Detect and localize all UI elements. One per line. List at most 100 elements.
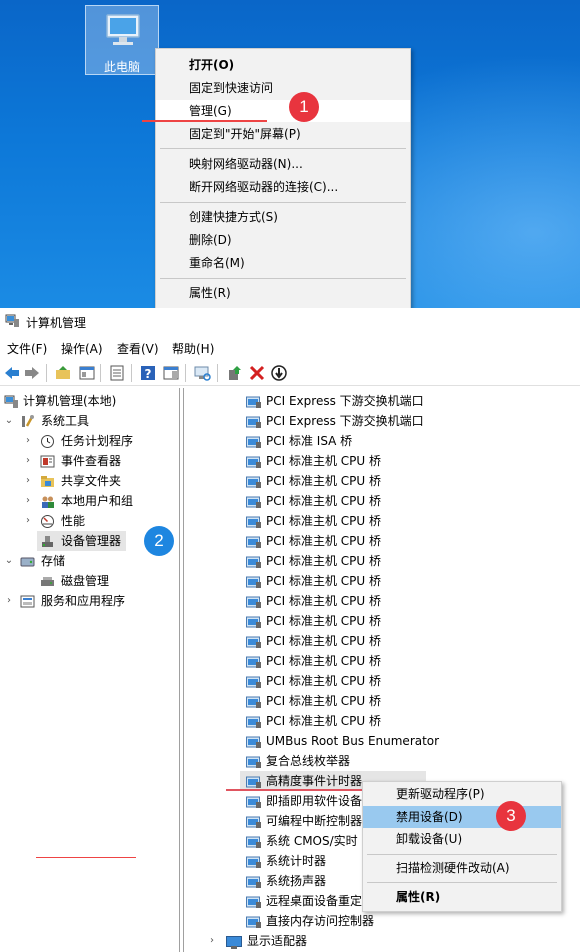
system-device-icon xyxy=(246,535,262,548)
system-device-icon xyxy=(246,395,262,408)
tree-item-services-applications[interactable]: › 服务和应用程序 xyxy=(0,591,180,611)
chevron-right-icon[interactable]: › xyxy=(4,591,14,611)
chevron-right-icon[interactable]: › xyxy=(23,511,33,531)
menu-item-properties[interactable]: 属性(R) xyxy=(156,282,410,304)
tree-item-shared-folders[interactable]: › 共享文件夹 xyxy=(0,471,180,491)
device-row[interactable]: 直接内存访问控制器 xyxy=(184,911,580,931)
tree-item-system-tools[interactable]: ⌄ 系统工具 xyxy=(0,411,180,431)
device-row[interactable]: PCI 标准主机 CPU 桥 xyxy=(184,671,580,691)
device-row[interactable]: PCI 标准主机 CPU 桥 xyxy=(184,631,580,651)
menu-item-scan-hardware[interactable]: 扫描检测硬件改动(A) xyxy=(363,857,561,879)
back-arrow-icon[interactable] xyxy=(3,364,21,382)
tree-item-local-users-groups[interactable]: › 本地用户和组 xyxy=(0,491,180,511)
device-row[interactable]: UMBus Root Bus Enumerator xyxy=(184,731,580,751)
chevron-down-icon[interactable]: ⌄ xyxy=(4,411,14,431)
device-label: 即插即用软件设备 xyxy=(266,794,363,808)
device-row[interactable]: PCI 标准主机 CPU 桥 xyxy=(184,571,580,591)
menu-item-rename[interactable]: 重命名(M) xyxy=(156,252,410,274)
device-label: 高精度事件计时器 xyxy=(266,774,363,788)
disk-management-icon xyxy=(41,577,54,586)
users-icon xyxy=(42,496,54,508)
action-pane-icon[interactable] xyxy=(162,364,180,382)
menu-item-map-drive[interactable]: 映射网络驱动器(N)... xyxy=(156,153,410,175)
device-row[interactable]: PCI 标准主机 CPU 桥 xyxy=(184,451,580,471)
forward-arrow-icon[interactable] xyxy=(23,364,41,382)
performance-icon xyxy=(41,515,54,528)
update-driver-icon[interactable] xyxy=(226,364,244,382)
toolbar-separator xyxy=(217,364,218,382)
chevron-right-icon[interactable]: › xyxy=(23,431,33,451)
device-row[interactable]: PCI 标准主机 CPU 桥 xyxy=(184,691,580,711)
menu-item-pin-quick-access[interactable]: 固定到快速访问 xyxy=(156,77,410,99)
device-label: 复合总线枚举器 xyxy=(266,754,351,768)
device-row[interactable]: 复合总线枚举器 xyxy=(184,751,580,771)
computer-icon xyxy=(106,14,140,45)
chevron-right-icon[interactable]: › xyxy=(210,931,214,951)
device-label: PCI 标准主机 CPU 桥 xyxy=(266,554,381,568)
device-row[interactable]: PCI 标准主机 CPU 桥 xyxy=(184,591,580,611)
device-label: 系统扬声器 xyxy=(266,874,327,888)
menu-file[interactable]: 文件(F) xyxy=(7,340,47,357)
device-row[interactable]: PCI 标准主机 CPU 桥 xyxy=(184,711,580,731)
menu-item-delete[interactable]: 删除(D) xyxy=(156,229,410,251)
device-row[interactable]: PCI 标准主机 CPU 桥 xyxy=(184,471,580,491)
menu-view[interactable]: 查看(V) xyxy=(117,340,159,357)
menu-item-manage[interactable]: 管理(G) xyxy=(156,100,410,122)
device-label: PCI 标准主机 CPU 桥 xyxy=(266,534,381,548)
menu-item-disconnect-drive[interactable]: 断开网络驱动器的连接(C)... xyxy=(156,176,410,198)
device-row[interactable]: PCI 标准主机 CPU 桥 xyxy=(184,651,580,671)
menu-action[interactable]: 操作(A) xyxy=(61,340,103,357)
tree-item-device-manager[interactable]: 设备管理器 xyxy=(37,531,126,551)
uninstall-x-icon[interactable] xyxy=(248,364,266,382)
menu-separator xyxy=(160,278,406,279)
device-label: 远程桌面设备重定 xyxy=(266,894,363,908)
chevron-right-icon[interactable]: › xyxy=(23,471,33,491)
system-device-icon xyxy=(246,475,262,488)
device-row[interactable]: PCI 标准 ISA 桥 xyxy=(184,431,580,451)
menu-item-update-driver[interactable]: 更新驱动程序(P) xyxy=(363,783,561,805)
menu-help[interactable]: 帮助(H) xyxy=(172,340,214,357)
chevron-right-icon[interactable]: › xyxy=(23,491,33,511)
chevron-down-icon[interactable]: ⌄ xyxy=(4,551,14,571)
tree-item-disk-management[interactable]: 磁盘管理 xyxy=(0,571,180,591)
computer-management-icon xyxy=(5,314,19,327)
display-adapter-icon xyxy=(226,935,242,949)
device-label: PCI 标准主机 CPU 桥 xyxy=(266,614,381,628)
show-hide-tree-icon[interactable] xyxy=(78,364,96,382)
category-display-adapters[interactable]: › 显示适配器 xyxy=(184,931,580,951)
device-row[interactable]: PCI 标准主机 CPU 桥 xyxy=(184,491,580,511)
tree-item-computer-management[interactable]: 计算机管理(本地) xyxy=(0,391,180,411)
device-label: PCI Express 下游交换机端口 xyxy=(266,414,424,428)
menu-item-create-shortcut[interactable]: 创建快捷方式(S) xyxy=(156,206,410,228)
menu-item-uninstall-device[interactable]: 卸载设备(U) xyxy=(363,828,561,850)
tree-item-event-viewer[interactable]: › 事件查看器 xyxy=(0,451,180,471)
scan-hardware-icon[interactable] xyxy=(193,364,211,382)
device-row[interactable]: PCI Express 下游交换机端口 xyxy=(184,411,580,431)
menu-item-disable-device[interactable]: 禁用设备(D) xyxy=(363,806,561,828)
help-icon[interactable]: ? xyxy=(139,364,157,382)
toolbar: ? xyxy=(0,360,580,386)
tree-label: 性能 xyxy=(61,514,86,528)
up-folder-icon[interactable] xyxy=(54,364,72,382)
disable-device-icon[interactable] xyxy=(270,364,288,382)
system-device-icon xyxy=(246,775,262,788)
system-device-icon xyxy=(246,795,262,808)
tree-label: 事件查看器 xyxy=(61,454,122,468)
menu-item-properties[interactable]: 属性(R) xyxy=(363,886,561,908)
system-device-icon xyxy=(246,635,262,648)
system-device-icon xyxy=(246,495,262,508)
this-pc-desktop-icon[interactable]: 此电脑 xyxy=(85,5,159,75)
menu-item-open[interactable]: 打开(O) xyxy=(156,54,410,76)
device-row[interactable]: PCI 标准主机 CPU 桥 xyxy=(184,511,580,531)
tree-label: 系统工具 xyxy=(41,414,90,428)
system-device-icon xyxy=(246,815,262,828)
device-row[interactable]: PCI Express 下游交换机端口 xyxy=(184,391,580,411)
tree-item-task-scheduler[interactable]: › 任务计划程序 xyxy=(0,431,180,451)
device-row[interactable]: PCI 标准主机 CPU 桥 xyxy=(184,611,580,631)
toolbar-separator xyxy=(46,364,47,382)
device-row[interactable]: PCI 标准主机 CPU 桥 xyxy=(184,531,580,551)
device-row[interactable]: PCI 标准主机 CPU 桥 xyxy=(184,551,580,571)
chevron-right-icon[interactable]: › xyxy=(23,451,33,471)
properties-sheet-icon[interactable] xyxy=(108,364,126,382)
menu-item-pin-start[interactable]: 固定到"开始"屏幕(P) xyxy=(156,123,410,145)
